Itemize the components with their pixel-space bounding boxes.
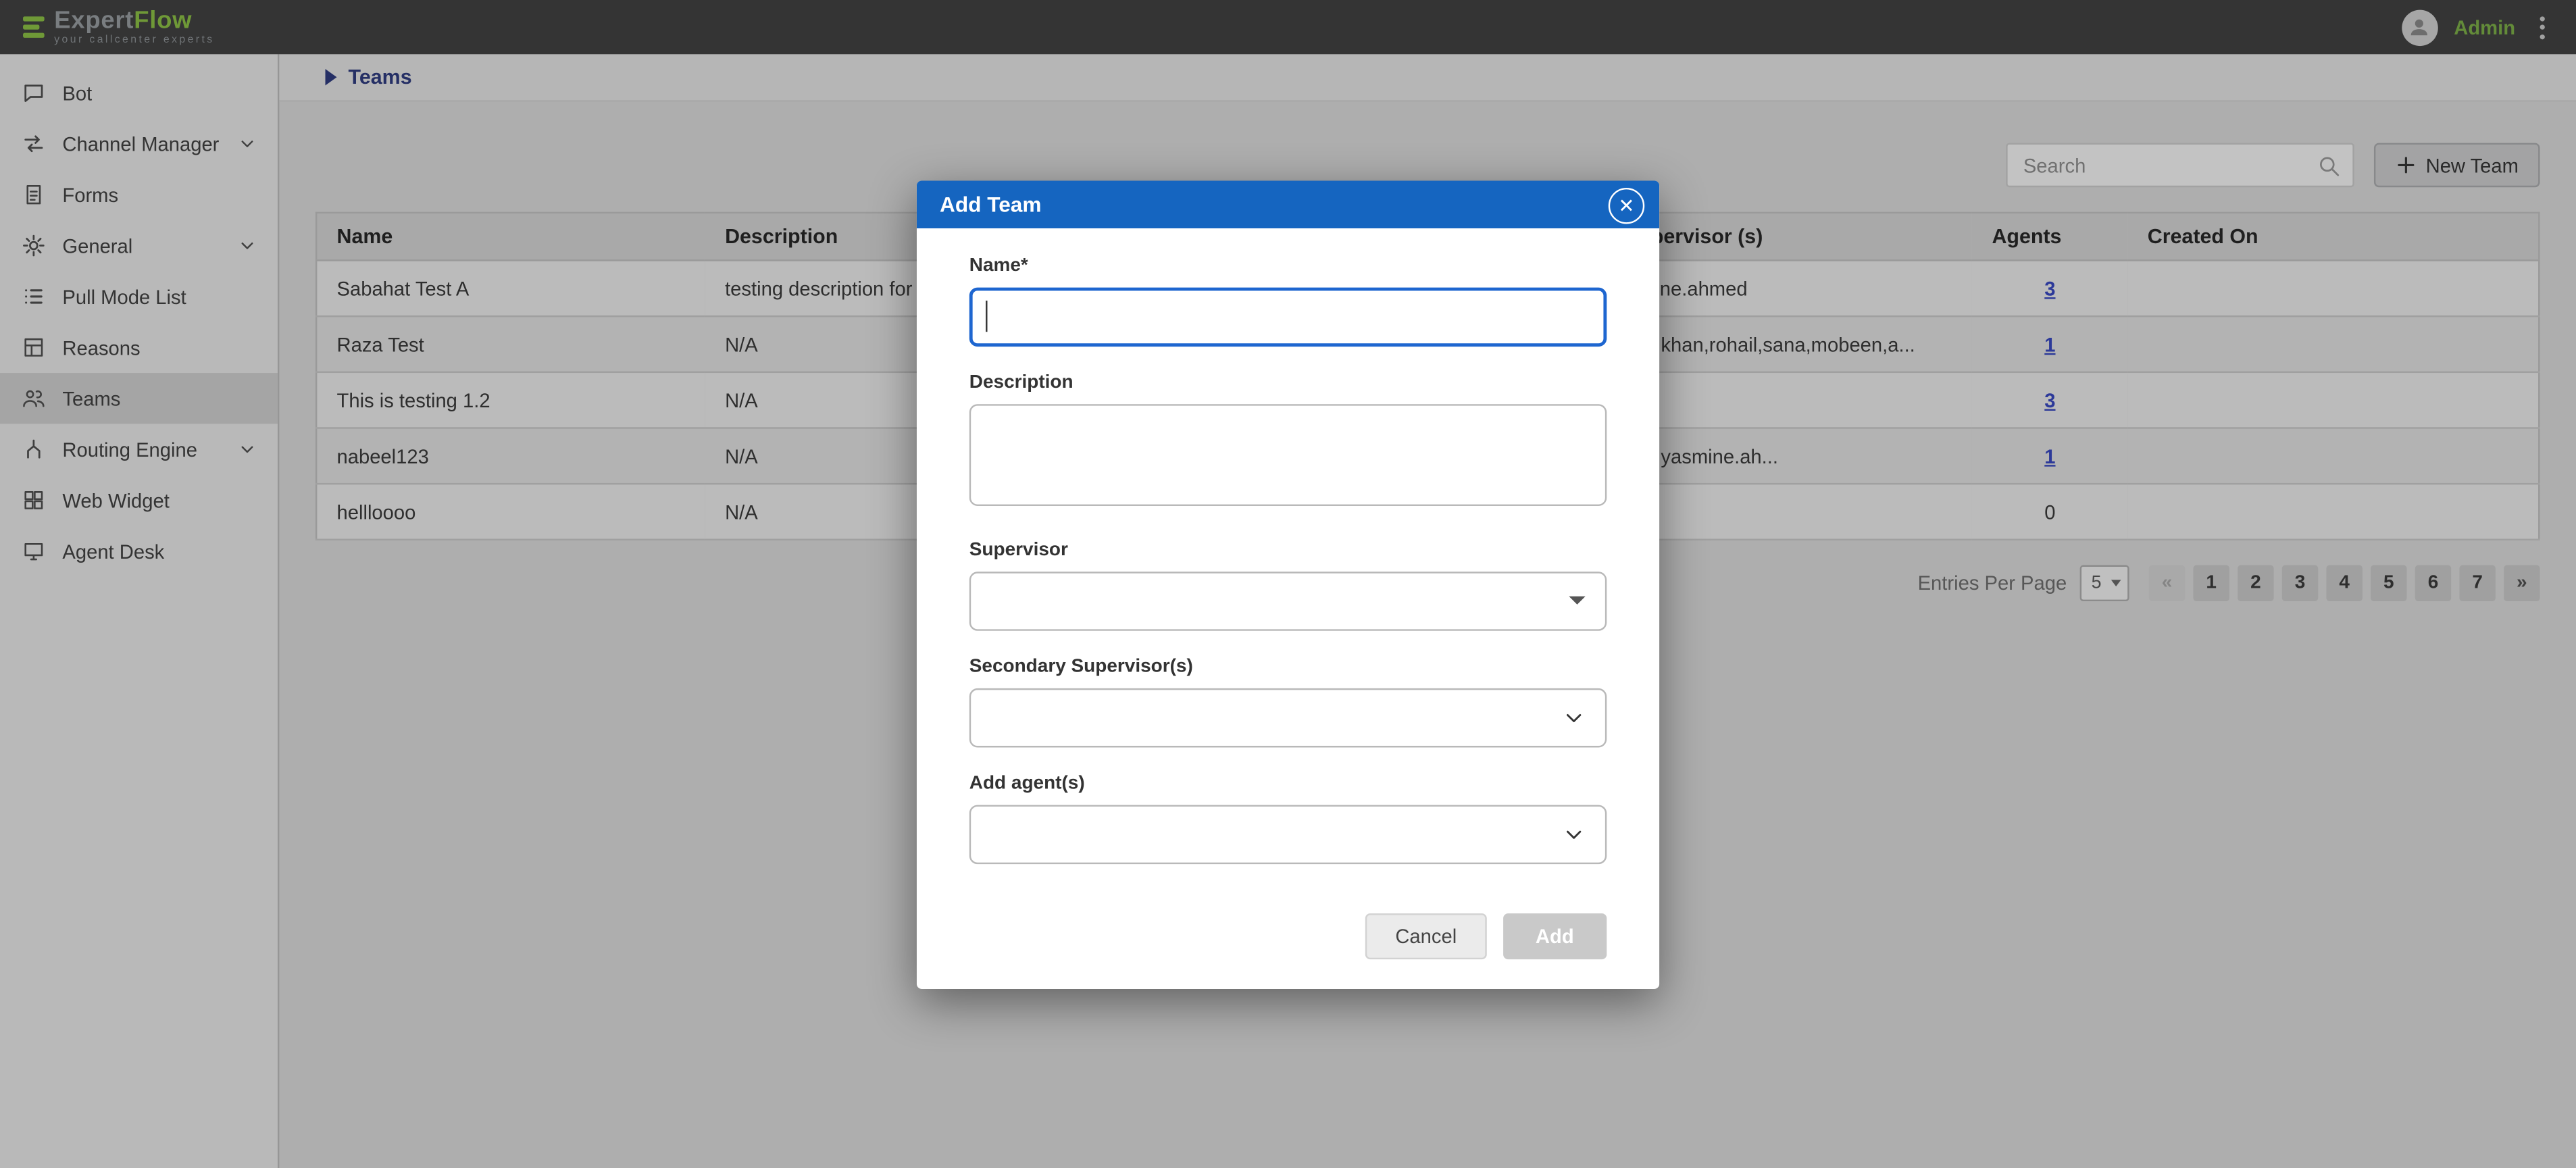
name-field-label: Name* — [969, 255, 1607, 275]
team-description-textarea[interactable] — [969, 403, 1607, 505]
app-window: ExpertFlow your callcenter experts Admin… — [0, 0, 2576, 1168]
secondary-supervisor-select[interactable] — [969, 688, 1607, 747]
add-button[interactable]: Add — [1502, 913, 1607, 959]
modal-body: Name* Description Supervisor — [917, 228, 1659, 896]
chevron-down-icon — [1563, 705, 1586, 728]
modal-title: Add Team — [940, 191, 1042, 215]
team-name-input[interactable] — [969, 286, 1607, 346]
modal-header: Add Team ✕ — [917, 180, 1659, 228]
add-agents-field-label: Add agent(s) — [969, 773, 1607, 792]
secondary-supervisor-field-label: Secondary Supervisor(s) — [969, 657, 1607, 676]
add-agents-select[interactable] — [969, 804, 1607, 863]
description-field-label: Description — [969, 372, 1607, 392]
close-icon[interactable]: ✕ — [1609, 188, 1644, 224]
caret-down-icon — [1569, 596, 1585, 605]
supervisor-field-label: Supervisor — [969, 540, 1607, 559]
supervisor-select[interactable] — [969, 571, 1607, 630]
add-team-modal: Add Team ✕ Name* Description Supervisor — [917, 180, 1659, 988]
modal-footer: Cancel Add — [917, 896, 1659, 988]
text-cursor — [986, 300, 987, 331]
cancel-button[interactable]: Cancel — [1366, 913, 1486, 959]
chevron-down-icon — [1563, 822, 1586, 845]
